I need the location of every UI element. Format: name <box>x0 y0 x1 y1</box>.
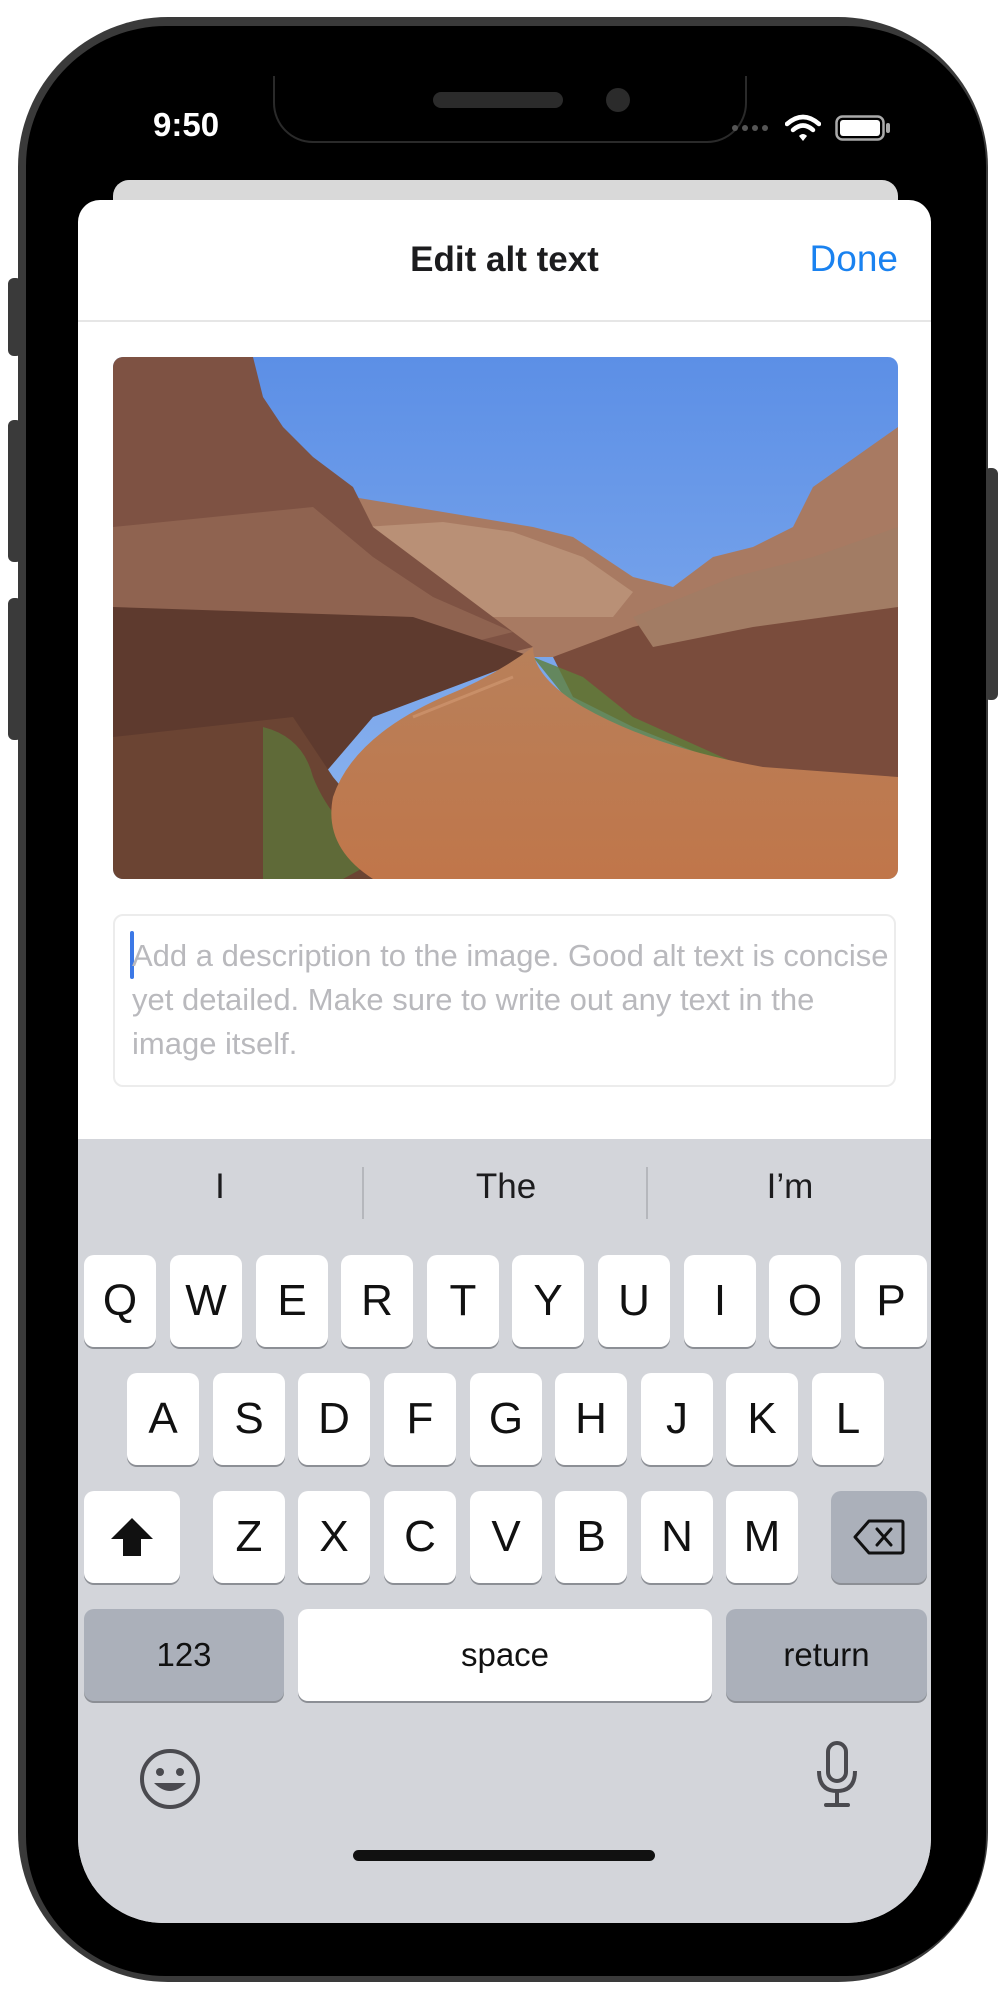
key-o[interactable]: O <box>769 1255 841 1347</box>
home-indicator[interactable] <box>353 1850 655 1861</box>
key-a[interactable]: A <box>127 1373 199 1465</box>
power-button <box>984 468 998 700</box>
wifi-icon <box>785 114 821 141</box>
delete-key[interactable] <box>831 1491 927 1583</box>
key-i[interactable]: I <box>684 1255 756 1347</box>
mute-switch <box>8 278 22 356</box>
alt-text-placeholder: Add a description to the image. Good alt… <box>132 938 889 1061</box>
screen: 9:50 Edit alt text Done Add a descriptio… <box>78 76 931 1923</box>
key-h[interactable]: H <box>555 1373 627 1465</box>
key-g[interactable]: G <box>470 1373 542 1465</box>
key-z[interactable]: Z <box>213 1491 285 1583</box>
key-b[interactable]: B <box>555 1491 627 1583</box>
status-time: 9:50 <box>153 106 220 143</box>
key-p[interactable]: P <box>855 1255 927 1347</box>
done-button[interactable]: Done <box>810 238 898 280</box>
key-y[interactable]: Y <box>512 1255 584 1347</box>
suggestion-item[interactable]: The <box>364 1167 648 1207</box>
sheet-title: Edit alt text <box>410 240 599 279</box>
speaker <box>433 92 563 108</box>
key-t[interactable]: T <box>427 1255 499 1347</box>
numbers-key[interactable]: 123 <box>84 1609 284 1701</box>
predictive-bar: I The I’m <box>78 1139 931 1249</box>
key-s[interactable]: S <box>213 1373 285 1465</box>
key-f[interactable]: F <box>384 1373 456 1465</box>
key-n[interactable]: N <box>641 1491 713 1583</box>
key-x[interactable]: X <box>298 1491 370 1583</box>
backspace-icon <box>853 1519 905 1555</box>
canyon-river-photo <box>113 357 898 879</box>
volume-down-button <box>8 598 22 740</box>
alt-text-input[interactable]: Add a description to the image. Good alt… <box>113 914 896 1087</box>
key-l[interactable]: L <box>812 1373 884 1465</box>
key-v[interactable]: V <box>470 1491 542 1583</box>
status-icons <box>731 114 891 142</box>
image-preview <box>113 357 898 879</box>
key-k[interactable]: K <box>726 1373 798 1465</box>
navigation-bar: Edit alt text Done <box>78 200 931 322</box>
key-e[interactable]: E <box>256 1255 328 1347</box>
return-key[interactable]: return <box>726 1609 927 1701</box>
emoji-button[interactable] <box>138 1747 202 1811</box>
suggestion-item[interactable]: I’m <box>648 1167 931 1207</box>
key-w[interactable]: W <box>170 1255 242 1347</box>
suggestion-item[interactable]: I <box>78 1167 362 1207</box>
microphone-icon <box>817 1741 857 1807</box>
key-q[interactable]: Q <box>84 1255 156 1347</box>
space-key[interactable]: space <box>298 1609 712 1701</box>
key-c[interactable]: C <box>384 1491 456 1583</box>
dictation-button[interactable] <box>813 1739 861 1809</box>
notch <box>273 76 747 143</box>
key-j[interactable]: J <box>641 1373 713 1465</box>
key-u[interactable]: U <box>598 1255 670 1347</box>
keyboard: I The I’m Q W E R T Y U I O P A S D F G … <box>78 1139 931 1923</box>
shift-icon <box>111 1518 153 1556</box>
volume-up-button <box>8 420 22 562</box>
battery-icon <box>835 115 890 141</box>
key-m[interactable]: M <box>726 1491 798 1583</box>
key-d[interactable]: D <box>298 1373 370 1465</box>
signal-dots-icon <box>732 125 768 131</box>
front-camera <box>606 88 630 112</box>
shift-key[interactable] <box>84 1491 180 1583</box>
key-r[interactable]: R <box>341 1255 413 1347</box>
emoji-icon <box>140 1749 200 1809</box>
